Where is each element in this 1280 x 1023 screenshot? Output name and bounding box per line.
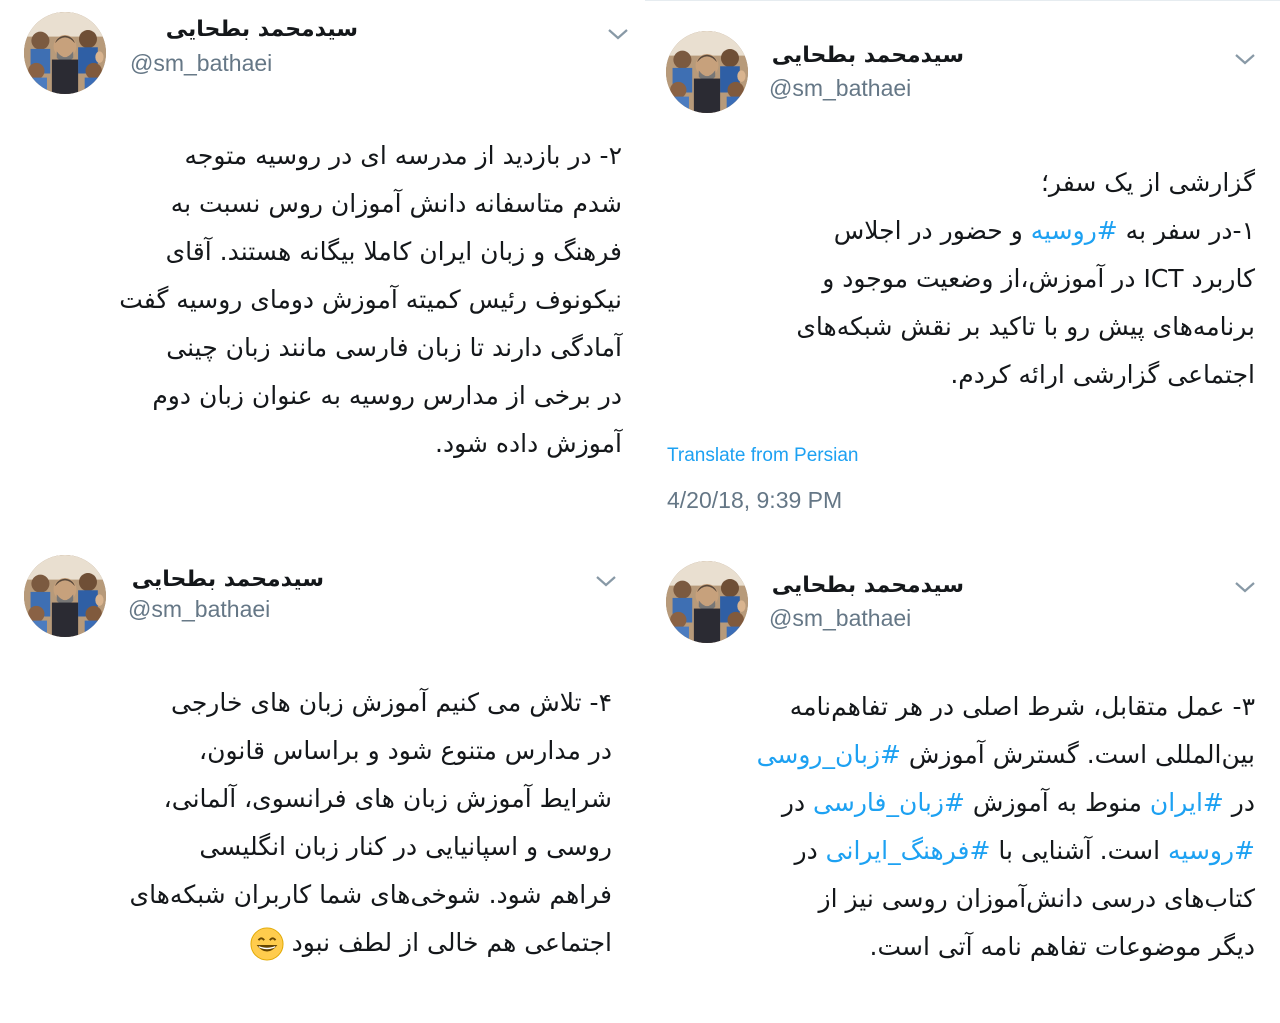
tweet-text-segment: ۴- تلاش می کنیم آموزش زبان های خارجی [171,688,612,717]
user-handle[interactable]: @sm_bathaei [769,75,911,102]
tweet-line: در مدارس متنوع شود و براساس قانون، [22,727,612,775]
translate-link[interactable]: Translate from Persian [667,445,858,467]
display-name[interactable]: سیدمحمد بطحایی [772,573,964,598]
user-handle[interactable]: @sm_bathaei [128,596,270,623]
tweet-text-segment: فرهنگ و زبان ایران کاملا بیگانه هستند. آ… [165,237,622,266]
tweet-text-segment: فراهم شود. شوخی‌های شما کاربران شبکه‌های [129,880,612,909]
avatar[interactable] [666,31,748,113]
tweet-text-segment: در [1223,788,1255,817]
tweet-text-segment: کتاب‌های درسی دانش‌آموزان روسی نیز از [818,884,1255,913]
user-handle[interactable]: @sm_bathaei [769,605,911,632]
chevron-down-icon[interactable] [1233,51,1257,67]
display-name[interactable]: سیدمحمد بطحایی [772,43,964,68]
tweet-line: آمادگی دارند تا زبان فارسی مانند زبان چی… [22,324,622,372]
tweet-line: شدم متاسفانه دانش آموزان روس نسبت به [22,180,622,228]
chevron-down-icon[interactable] [594,573,618,589]
tweet-line: ۱-در سفر به #روسیه و حضور در اجلاس [665,207,1255,255]
tweet-line: در برخی از مدارس روسیه به عنوان زبان دوم [22,372,622,420]
hashtag-link[interactable]: #فرهنگ_ایرانی [826,836,991,865]
tweet-line: دیگر موضوعات تفاهم نامه آتی است. [665,923,1256,971]
hashtag-link[interactable]: #ایران [1150,788,1224,817]
tweet-card-2: سیدمحمد بطحایی @sm_bathaei ۲- در بازدید … [0,0,640,545]
tweet-card-3: سیدمحمد بطحایی @sm_bathaei ۳- عمل متقابل… [645,545,1280,1023]
tweet-text-segment: کاربرد ICT در آموزش،از وضعیت موجود و [822,264,1255,293]
tweet-text-segment: آمادگی دارند تا زبان فارسی مانند زبان چی… [166,333,622,362]
avatar[interactable] [24,555,106,637]
tweet-text-segment: ۲- در بازدید از مدرسه ای در روسیه متوجه [184,141,622,170]
tweet-line: کتاب‌های درسی دانش‌آموزان روسی نیز از [665,875,1255,923]
tweet-text-segment: نیکونوف رئیس کمیته آموزش دومای روسیه گفت [119,285,622,314]
tweet-line: بین‌المللی است. گسترش آموزش #زبان_روسی [665,731,1255,779]
hashtag-link[interactable]: #زبان_فارسی [813,788,965,817]
timestamp[interactable]: 4/20/18, 9:39 PM [667,487,842,514]
tweet-line: #روسیه است. آشنایی با #فرهنگ_ایرانی در [665,827,1256,875]
tweet-card-4: سیدمحمد بطحایی @sm_bathaei ۴- تلاش می کن… [0,545,640,1023]
avatar[interactable] [24,12,106,94]
tweet-text-segment: است. آشنایی با [990,836,1168,865]
tweet-text-segment: در برخی از مدارس روسیه به عنوان زبان دوم [152,381,622,410]
display-name[interactable]: سیدمحمد بطحایی [166,17,358,42]
tweet-text-segment: شدم متاسفانه دانش آموزان روس نسبت به [170,189,622,218]
tweet-line: اجتماعی هم خالی از لطف نبود [22,919,612,967]
tweet-line: اجتماعی گزارشی ارائه کردم. [665,351,1255,399]
tweet-line: آموزش داده شود. [22,420,622,468]
tweet-line: نیکونوف رئیس کمیته آموزش دومای روسیه گفت [22,276,622,324]
tweet-line: شرایط آموزش زبان های فرانسوی، آلمانی، [22,775,612,823]
tweet-text-segment: در [781,788,814,817]
grinning-face-emoji [250,927,284,961]
hashtag-link[interactable]: #زبان_روسی [757,740,901,769]
tweet-text: ۳- عمل متقابل، شرط اصلی در هر تفاهم‌نامه… [665,683,1255,971]
tweet-text-segment: گزارشی از یک سفر؛ [1040,168,1255,197]
tweet-text-segment: منوط به آموزش [964,788,1150,817]
tweet-text-segment: ۱-در سفر به [1117,216,1255,245]
tweet-text: ۴- تلاش می کنیم آموزش زبان های خارجی در م… [22,679,612,967]
tweet-line: گزارشی از یک سفر؛ [665,159,1255,207]
tweet-text-segment: شرایط آموزش زبان های فرانسوی، آلمانی، [163,784,612,813]
tweet-text-segment: در [794,836,826,865]
hashtag-link[interactable]: #روسیه [1168,836,1255,865]
tweet-text-segment: ۳- عمل متقابل، شرط اصلی در هر تفاهم‌نامه [789,692,1255,721]
tweet-line: فرهنگ و زبان ایران کاملا بیگانه هستند. آ… [22,228,622,276]
avatar[interactable] [666,561,748,643]
tweet-text-segment: بین‌المللی است. گسترش آموزش [900,740,1255,769]
hashtag-link[interactable]: #روسیه [1031,216,1118,245]
tweet-text-segment: روسی و اسپانیایی در کنار زبان انگلیسی [199,832,612,861]
tweet-text-segment: دیگر موضوعات تفاهم نامه آتی است. [869,932,1256,961]
tweet-line: ۳- عمل متقابل، شرط اصلی در هر تفاهم‌نامه [665,683,1255,731]
tweet-line: ۲- در بازدید از مدرسه ای در روسیه متوجه [22,132,622,180]
tweet-text-segment: در مدارس متنوع شود و براساس قانون، [199,736,612,765]
tweet-line: ۴- تلاش می کنیم آموزش زبان های خارجی [22,679,612,727]
chevron-down-icon[interactable] [1233,579,1257,595]
tweet-line: فراهم شود. شوخی‌های شما کاربران شبکه‌های [22,871,612,919]
tweet-line: در #ایران منوط به آموزش #زبان_فارسی در [665,779,1255,827]
tweet-text-segment: و حضور در اجلاس [833,216,1031,245]
tweet-line: روسی و اسپانیایی در کنار زبان انگلیسی [22,823,612,871]
tweet-text: گزارشی از یک سفر؛ ۱-در سفر به #روسیه و حض… [665,159,1255,399]
tweet-text-segment: برنامه‌های پیش رو با تاکید بر نقش شبکه‌ه… [796,312,1255,341]
chevron-down-icon[interactable] [606,26,630,42]
user-handle[interactable]: @sm_bathaei [130,50,272,77]
tweet-card-1: سیدمحمد بطحایی @sm_bathaei گزارشی از یک … [645,0,1280,545]
tweet-text-segment: اجتماعی گزارشی ارائه کردم. [950,360,1255,389]
tweet-text-segment: آموزش داده شود. [435,429,622,458]
tweet-line: برنامه‌های پیش رو با تاکید بر نقش شبکه‌ه… [665,303,1255,351]
tweet-text-segment: اجتماعی هم خالی از لطف نبود [291,928,612,957]
tweet-text: ۲- در بازدید از مدرسه ای در روسیه متوجه ش… [22,132,622,468]
tweet-line: کاربرد ICT در آموزش،از وضعیت موجود و [665,255,1255,303]
display-name[interactable]: سیدمحمد بطحایی [132,567,324,592]
